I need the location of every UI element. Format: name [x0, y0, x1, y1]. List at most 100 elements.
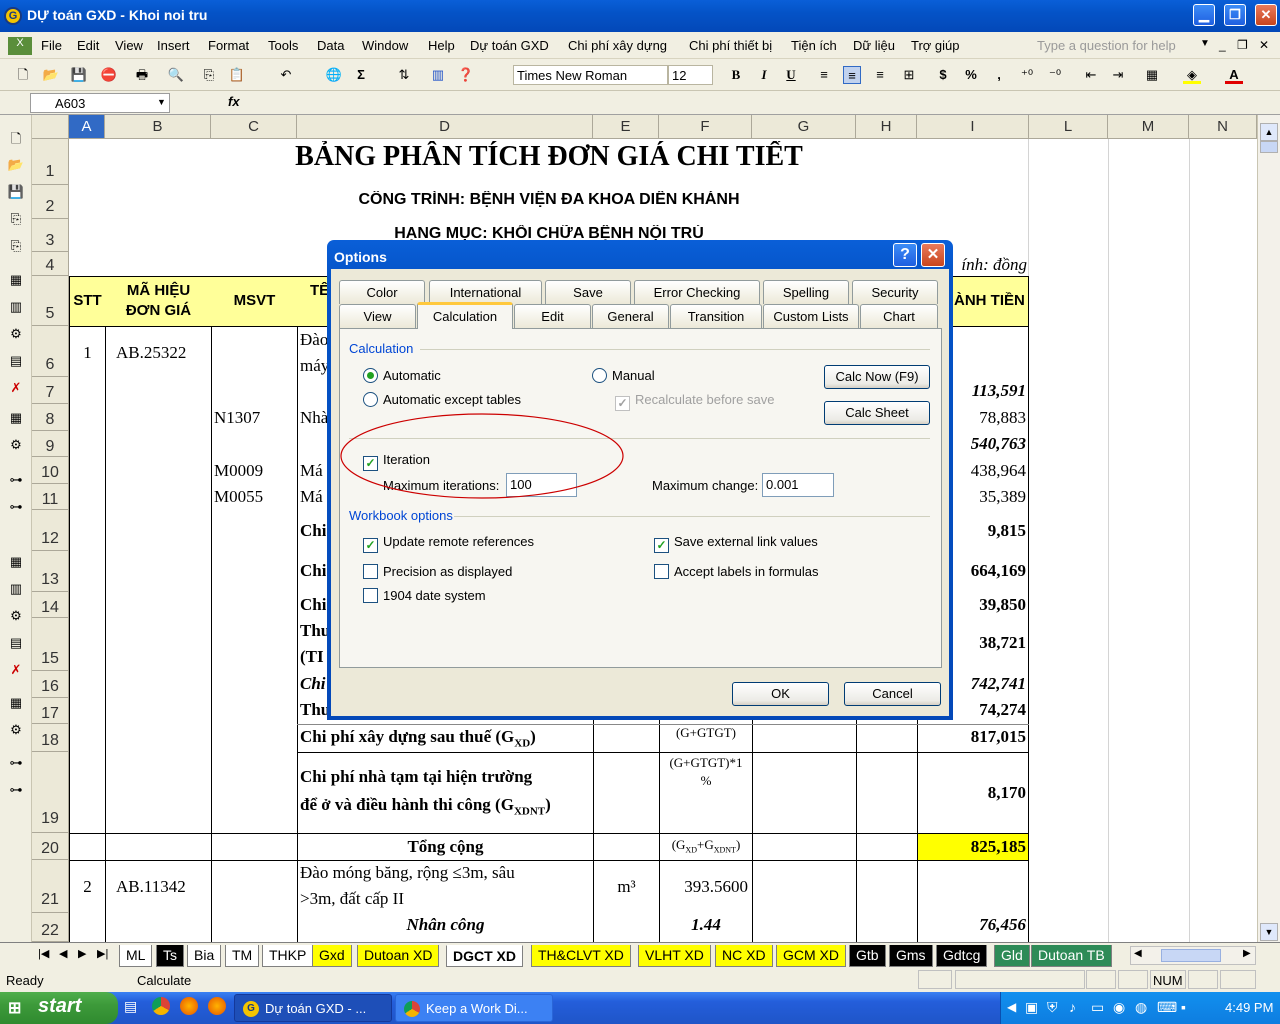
menu-du-lieu[interactable]: Dữ liệu	[853, 38, 895, 53]
row-header[interactable]: 19	[32, 752, 69, 833]
increase-decimal-icon[interactable]: ⁺⁰	[1018, 66, 1036, 84]
column-header[interactable]: F	[659, 115, 752, 139]
align-left-icon[interactable]: ≡	[815, 66, 833, 84]
delete-icon[interactable]: ✗	[6, 378, 26, 398]
sheet-tab[interactable]: GCM XD	[776, 945, 846, 967]
keyboard-icon[interactable]: ⌨	[1157, 999, 1177, 1016]
cell-desc[interactable]: Má	[300, 487, 323, 507]
menu-window[interactable]: Window	[362, 38, 408, 53]
row-header[interactable]: 6	[32, 326, 69, 377]
permission-icon[interactable]: ⛔	[100, 66, 118, 84]
sheet-tab[interactable]: ML	[119, 945, 153, 967]
cell-total-amount[interactable]: 825,185	[918, 837, 1026, 857]
automatic-radio[interactable]: Automatic	[363, 368, 441, 383]
undo-icon[interactable]: ↶	[277, 66, 295, 84]
row-header[interactable]: 4	[32, 252, 69, 276]
row-header[interactable]: 20	[32, 833, 69, 860]
cell-qty[interactable]: 393.5600	[660, 877, 748, 897]
delete-icon[interactable]: ✗	[6, 660, 26, 680]
tree-icon[interactable]: ⊶	[6, 780, 26, 800]
column-header[interactable]: B	[105, 115, 211, 139]
tab-calculation[interactable]: Calculation	[417, 302, 513, 329]
scroll-thumb[interactable]	[1260, 141, 1278, 153]
save-external-link-values-checkbox[interactable]: ✓ Save external link values	[654, 534, 818, 553]
copy-icon[interactable]: ⎘	[6, 236, 26, 256]
save-icon[interactable]: 💾	[6, 182, 26, 202]
date-1904-checkbox[interactable]: 1904 date system	[363, 588, 486, 603]
update-remote-references-checkbox[interactable]: ✓ Update remote references	[363, 534, 534, 553]
column-header[interactable]: H	[856, 115, 917, 139]
cell-desc[interactable]: Má	[300, 461, 323, 481]
bold-button[interactable]: B	[727, 66, 745, 84]
chart-icon[interactable]: ▥	[6, 579, 26, 599]
doc-close-icon[interactable]: ✕	[1259, 38, 1269, 52]
sheet-tab[interactable]: Gld	[994, 945, 1030, 967]
chrome-icon[interactable]	[152, 997, 170, 1015]
precision-as-displayed-checkbox[interactable]: Precision as displayed	[363, 564, 512, 579]
tab-chart[interactable]: Chart	[860, 304, 938, 328]
sheet-tab[interactable]: VLHT XD	[638, 945, 711, 967]
display-icon[interactable]: ▪	[1181, 999, 1186, 1015]
menu-chi-phi-xay-dung[interactable]: Chi phí xây dựng	[568, 38, 667, 53]
row-header[interactable]: 10	[32, 457, 69, 484]
menu-tien-ich[interactable]: Tiện ích	[791, 38, 837, 53]
font-color-icon[interactable]: A	[1225, 66, 1243, 84]
maximize-button[interactable]: ❐	[1224, 4, 1246, 26]
tool-icon[interactable]: ⚙	[6, 324, 26, 344]
row-header[interactable]: 1	[32, 139, 69, 185]
tool-icon[interactable]: ⚙	[6, 606, 26, 626]
tray-expand-icon[interactable]: ◀	[1007, 1000, 1016, 1014]
cell-formula[interactable]: (G+GTGT)	[660, 725, 752, 741]
new-icon[interactable]: 🗋	[6, 129, 26, 149]
cell-total-label[interactable]: Tổng cộng	[298, 837, 593, 857]
help-question-box[interactable]: Type a question for help	[1037, 38, 1176, 53]
row-header[interactable]: 22	[32, 913, 69, 942]
row-header[interactable]: 17	[32, 698, 69, 724]
currency-button[interactable]: $	[934, 66, 952, 84]
tab-spelling[interactable]: Spelling	[763, 280, 849, 304]
borders-icon[interactable]: ▦	[1143, 66, 1161, 84]
scroll-down-icon[interactable]: ▼	[1260, 923, 1278, 941]
row-header[interactable]: 15	[32, 618, 69, 671]
paste-icon[interactable]: 📋	[228, 66, 246, 84]
close-button[interactable]: ✕	[1255, 4, 1277, 26]
menu-du-toan[interactable]: Dự toán GXD	[470, 38, 549, 53]
cell-stt[interactable]: 1	[70, 343, 105, 363]
tab-error-checking[interactable]: Error Checking	[634, 280, 760, 304]
cell-amount[interactable]: 8,170	[918, 783, 1026, 803]
menu-insert[interactable]: Insert	[157, 38, 190, 53]
quicklaunch-icon[interactable]: ▤	[124, 998, 137, 1015]
cell-desc[interactable]: Chi	[300, 595, 326, 615]
sheet-tab[interactable]: THKP	[262, 945, 314, 967]
calculator-icon[interactable]: ▦	[6, 408, 26, 428]
recalculate-before-save-checkbox[interactable]: ✓ Recalculate before save	[615, 392, 774, 411]
cell-desc[interactable]: >3m, đất cấp II	[300, 889, 404, 909]
calc-now-button[interactable]: Calc Now (F9)	[824, 365, 930, 389]
increase-indent-icon[interactable]: ⇥	[1109, 66, 1127, 84]
open-icon[interactable]: 📂	[42, 66, 60, 84]
cell-desc[interactable]: Chi phí xây dựng sau thuế (GXD)	[300, 727, 536, 749]
cell-desc[interactable]: để ở và điều hành thi công (GXDNT)	[300, 795, 551, 817]
menu-tro-giup[interactable]: Trợ giúp	[911, 38, 960, 53]
horizontal-scrollbar[interactable]: ◀ ▶	[1130, 946, 1256, 965]
comma-button[interactable]: ,	[990, 66, 1008, 84]
cell-desc[interactable]: máy	[300, 356, 329, 376]
row-header[interactable]: 12	[32, 510, 69, 551]
taskbar-item-excel[interactable]: G Dự toán GXD - ...	[234, 994, 392, 1022]
menu-chi-phi-thiet-bi[interactable]: Chi phí thiết bị	[689, 38, 772, 53]
percent-button[interactable]: %	[962, 66, 980, 84]
cell-formula[interactable]: (G+GTGT)*1	[660, 755, 752, 771]
chart-icon[interactable]: ▥	[6, 297, 26, 317]
column-header[interactable]: G	[752, 115, 856, 139]
sheet-tab[interactable]: Bia	[187, 945, 222, 967]
cell-unit[interactable]: m³	[594, 877, 659, 897]
scroll-up-icon[interactable]: ▲	[1260, 123, 1278, 141]
decrease-indent-icon[interactable]: ⇤	[1082, 66, 1100, 84]
row-header[interactable]: 8	[32, 404, 69, 431]
sheet-tab[interactable]: TH&CLVT XD	[531, 945, 631, 967]
last-sheet-icon[interactable]: ▶|	[97, 947, 108, 960]
cell-desc[interactable]: Thu	[300, 700, 330, 720]
volume-icon[interactable]: ♪	[1069, 999, 1076, 1015]
menu-tools[interactable]: Tools	[268, 38, 298, 53]
minimize-button[interactable]: ▁	[1193, 4, 1215, 26]
